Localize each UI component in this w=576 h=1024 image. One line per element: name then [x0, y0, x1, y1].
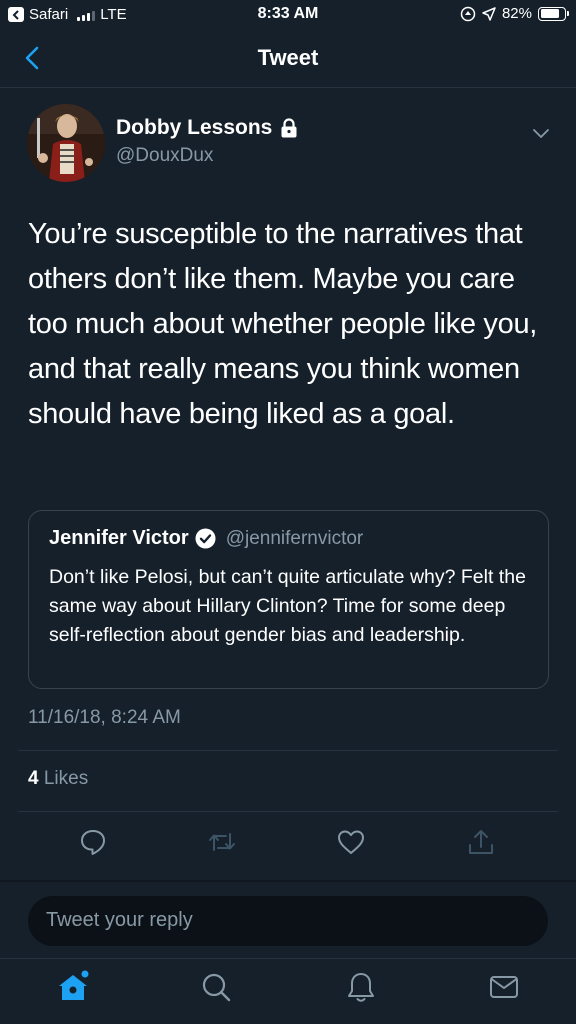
author-handle[interactable]: @DouxDux: [116, 145, 213, 167]
retweet-icon[interactable]: [206, 826, 238, 858]
reply-icon[interactable]: [77, 826, 109, 858]
tweet-timestamp: 11/16/18, 8:24 AM: [28, 707, 181, 728]
home-icon[interactable]: [55, 969, 91, 1005]
like-icon[interactable]: [335, 826, 367, 858]
verified-badge-icon: [195, 528, 216, 549]
quoted-tweet-card[interactable]: Jennifer Victor @jennifernvictor Don’t l…: [28, 510, 549, 689]
tweet-detail-screen: Safari LTE 8:33 AM 82% Tweet Dobby Lesso…: [0, 0, 576, 1024]
likes-label: Likes: [43, 768, 89, 789]
quoted-tweet-text: Don’t like Pelosi, but can’t quite artic…: [49, 566, 526, 646]
tab-bar: [0, 958, 576, 1024]
page-title: Tweet: [257, 45, 319, 70]
avatar[interactable]: [27, 104, 105, 182]
section-separator: [0, 880, 576, 882]
likes-count[interactable]: 4 Likes: [28, 768, 88, 790]
tweet-text: You’re susceptible to the narratives tha…: [28, 218, 538, 430]
location-lock-icon: [460, 6, 476, 21]
divider: [18, 811, 558, 812]
battery-level: [540, 9, 560, 18]
status-bar: Safari LTE 8:33 AM 82%: [0, 0, 576, 30]
messages-icon[interactable]: [486, 969, 522, 1005]
quoted-tweet-header: Jennifer Victor @jennifernvictor: [49, 527, 363, 550]
location-arrow-icon: [482, 6, 496, 21]
battery-icon: [538, 6, 569, 21]
quoted-author-name: Jennifer Victor: [49, 527, 189, 549]
reply-placeholder: Tweet your reply: [46, 909, 193, 931]
divider: [18, 750, 558, 751]
navigation-bar: Tweet: [0, 30, 576, 88]
battery-percent: 82%: [501, 5, 532, 22]
reply-input[interactable]: Tweet your reply: [28, 896, 548, 946]
search-icon[interactable]: [198, 969, 234, 1005]
author-name-row: Dobby Lessons: [116, 116, 298, 140]
share-icon[interactable]: [465, 826, 497, 858]
notifications-icon[interactable]: [343, 969, 379, 1005]
lock-icon: [281, 118, 297, 138]
quoted-author-handle: @jennifernvictor: [225, 527, 364, 549]
chevron-down-icon[interactable]: [530, 122, 552, 144]
author-name[interactable]: Dobby Lessons: [116, 116, 272, 140]
status-right: 82%: [460, 5, 569, 22]
likes-number: 4: [28, 768, 39, 789]
